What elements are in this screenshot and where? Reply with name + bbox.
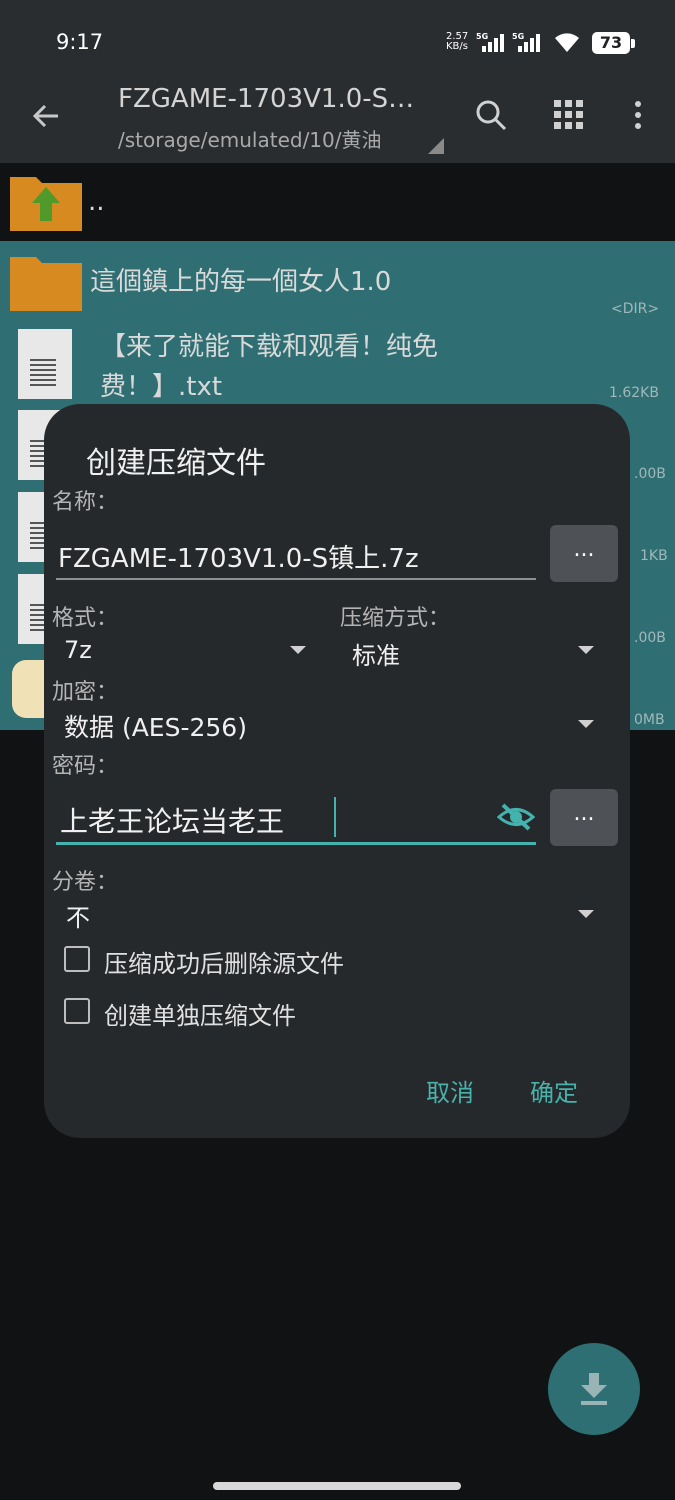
- signal1-label: 5G: [476, 32, 489, 41]
- name-underline: [56, 578, 536, 580]
- file-meta: .00B: [634, 466, 666, 482]
- split-select[interactable]: 不: [66, 898, 90, 933]
- gesture-nav-handle[interactable]: [213, 1482, 461, 1490]
- dialog-title: 创建压缩文件: [86, 446, 266, 481]
- password-underline: [56, 842, 536, 845]
- archive-name-input[interactable]: FZGAME-1703V1.0-S镇上.7z: [58, 538, 419, 575]
- status-time: 9:17: [56, 30, 104, 54]
- file-meta: <DIR>: [611, 301, 660, 317]
- chevron-down-icon[interactable]: [578, 720, 594, 728]
- text-file-icon: [18, 329, 72, 399]
- toolbar-title: FZGAME-1703V1.0-S…: [118, 84, 415, 114]
- more-vert-icon[interactable]: [632, 100, 644, 130]
- ok-button[interactable]: 确定: [530, 1073, 578, 1108]
- file-name: 【来了就能下载和观看！纯免费！】.txt: [100, 332, 439, 402]
- delete-source-label[interactable]: 压缩成功后删除源文件: [104, 944, 344, 979]
- list-item-folder[interactable]: 這個鎮上的每一個女人1.0 <DIR>: [0, 241, 675, 321]
- separate-archive-checkbox[interactable]: [64, 998, 90, 1024]
- file-name: 這個鎮上的每一個女人1.0: [90, 267, 392, 297]
- file-meta: 0MB: [634, 712, 665, 728]
- method-label: 压缩方式：: [340, 606, 451, 631]
- list-item-file[interactable]: 【来了就能下载和观看！纯免费！】.txt 1.62KB: [0, 321, 675, 405]
- format-select[interactable]: 7z: [64, 636, 92, 664]
- file-meta: .00B: [634, 630, 666, 646]
- file-meta: 1KB: [640, 548, 668, 564]
- back-arrow-icon[interactable]: [30, 100, 62, 132]
- split-label: 分卷：: [52, 870, 119, 895]
- chevron-down-icon[interactable]: [578, 646, 594, 654]
- file-name: ..: [88, 187, 105, 217]
- search-icon[interactable]: [474, 98, 508, 132]
- list-item-parent[interactable]: ..: [0, 163, 675, 241]
- format-label: 格式：: [52, 606, 119, 631]
- wifi-icon: [555, 33, 579, 52]
- chevron-down-icon[interactable]: [578, 910, 594, 918]
- signal2-label: 5G: [512, 32, 525, 41]
- download-icon: [581, 1373, 607, 1405]
- grid-view-icon[interactable]: [554, 100, 584, 130]
- signal-icon: 5G: [512, 32, 554, 52]
- separate-archive-label[interactable]: 创建单独压缩文件: [104, 996, 296, 1031]
- password-input[interactable]: 上老王论坛当老王: [60, 800, 284, 840]
- toolbar-path[interactable]: /storage/emulated/10/黄油: [118, 124, 382, 153]
- battery-tip: [631, 39, 635, 48]
- network-speed: 2.57 KB/s: [446, 32, 468, 52]
- visibility-off-icon[interactable]: [497, 802, 535, 832]
- encryption-label: 加密：: [52, 680, 119, 705]
- folder-icon: [10, 257, 82, 311]
- file-meta: 1.62KB: [609, 385, 659, 401]
- delete-source-checkbox[interactable]: [64, 946, 90, 972]
- chevron-down-icon[interactable]: [290, 646, 306, 654]
- method-select[interactable]: 标准: [352, 636, 400, 671]
- folder-up-icon: [10, 177, 82, 231]
- browse-name-button[interactable]: ...: [550, 525, 618, 582]
- cancel-button[interactable]: 取消: [426, 1073, 474, 1108]
- path-dropdown-indicator[interactable]: [428, 138, 444, 154]
- text-cursor: [334, 797, 336, 837]
- network-speed-unit: KB/s: [446, 41, 468, 52]
- battery-icon: 73: [592, 32, 630, 54]
- encryption-select[interactable]: 数据 (AES-256): [64, 708, 247, 744]
- password-label: 密码：: [52, 754, 119, 779]
- name-label: 名称：: [52, 490, 119, 515]
- download-fab[interactable]: [548, 1343, 640, 1435]
- password-more-button[interactable]: ...: [550, 789, 618, 846]
